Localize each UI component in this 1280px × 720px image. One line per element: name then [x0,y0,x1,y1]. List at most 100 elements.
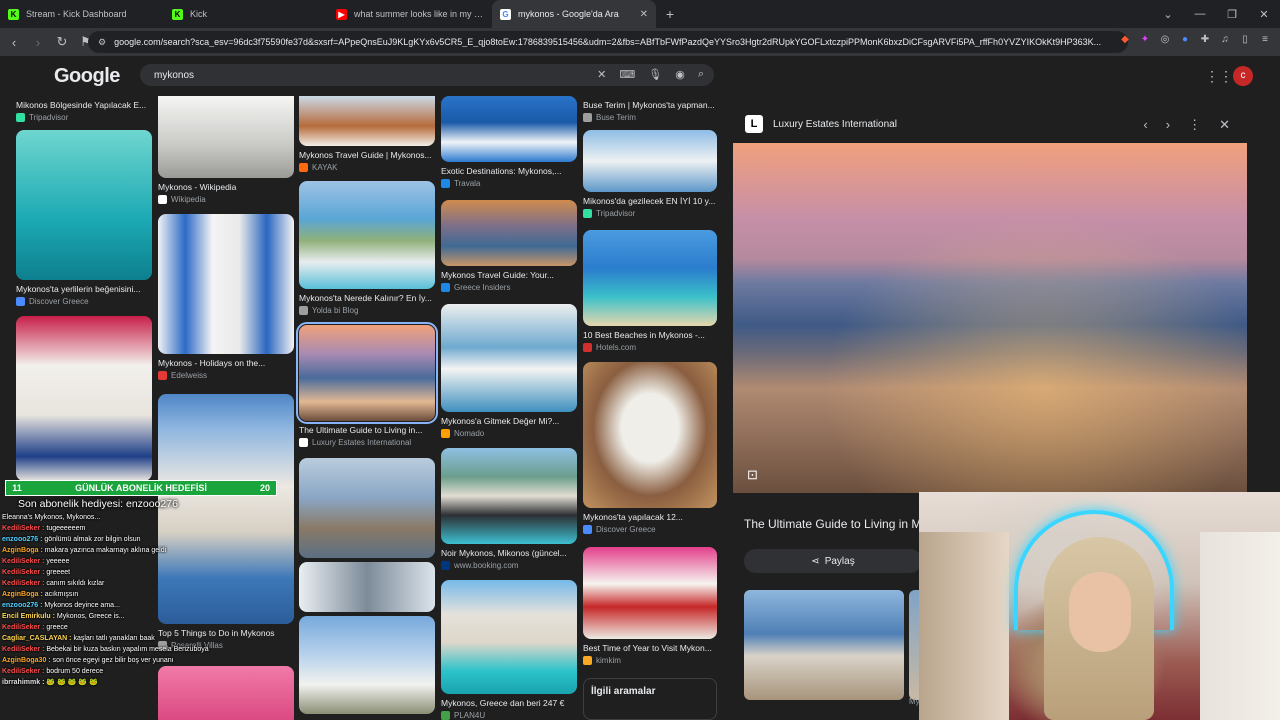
google-header: Google ✕ ⌨ 🎙 ◉ ⌕ ⋮⋮ c [0,56,1280,96]
site-info-icon[interactable]: ⚙ [98,37,106,48]
chat-text: makara yazınca makarnayı aklına geldi [44,547,167,554]
lens-search-icon[interactable]: ⊡ [747,467,758,483]
result-caption: The Ultimate Guide to Living in... [299,425,423,435]
chat-username: KediliSeker : [2,525,45,532]
tab-label: Kick [190,9,208,19]
chat-message: Cagliar_CASLAYAN : kaşları tatlı yanakla… [2,633,278,644]
back-icon[interactable]: ‹ [4,35,24,50]
close-icon[interactable]: ✕ [1219,117,1230,133]
chat-message: KediliSeker : tugeeeeeem [2,523,278,534]
result-image [158,214,294,354]
close-tab-icon[interactable]: ✕ [640,9,648,20]
image-result[interactable]: Mykonos Travel Guide: Your... Greece Ins… [441,200,577,292]
chat-text: Mykonos deyince ama... [44,602,120,609]
image-result-selected[interactable]: The Ultimate Guide to Living in... Luxur… [296,322,438,447]
search-tools: ✕ ⌨ 🎙 ◉ ⌕ [597,68,704,81]
result-caption: Mykonos'ta yapılacak 12... [583,512,683,522]
preview-title[interactable]: The Ultimate Guide to Living in M [744,517,924,531]
minimize-icon[interactable]: — [1184,8,1216,20]
previous-icon[interactable]: ‹ [1143,117,1147,133]
image-result[interactable]: Exotic Destinations: Mykonos,... Travala [441,96,577,188]
result-caption: Mykonos Travel Guide: Your... [441,270,554,280]
image-result[interactable]: Mykonos'a Gitmek Değer Mi?... Nomado [441,304,577,438]
chat-username: KediliSeker : [2,624,45,631]
window-controls: ⌄ — ❐ ✕ [1152,0,1280,28]
apps-grid-icon[interactable]: ⋮⋮ [1205,68,1233,85]
chat-username: KediliSeker : [2,668,45,675]
search-box[interactable]: ✕ ⌨ 🎙 ◉ ⌕ [140,64,714,86]
image-result[interactable] [16,316,152,481]
result-image [16,130,152,280]
image-result[interactable]: Noir Mykonos, Mikonos (güncel... www.boo… [441,448,577,570]
result-source: Yolda bi Blog [299,306,435,315]
menu-icon[interactable]: ≡ [1258,34,1272,48]
chat-message: KediliSeker : bodrum 50 derece [2,666,278,677]
image-result[interactable]: Mykonos Travel Guide | Mykonos... KAYAK [299,96,435,172]
result-source: Edelweiss [158,371,294,380]
result-caption: Mykonos - Wikipedia [158,182,237,192]
share-button[interactable]: ⋖ Paylaş [744,549,922,573]
lens-icon[interactable]: ◉ [675,68,685,81]
brave-shield-icon[interactable]: ◆ [1118,34,1132,48]
result-source: Hotels.com [583,343,717,352]
image-result[interactable]: Mykonos'ta yerlilerin beğenisini... Disc… [16,130,152,306]
image-result[interactable]: Mykonos - Holidays on the... Edelweiss [158,214,294,380]
preview-source[interactable]: L Luxury Estates International [745,115,897,133]
related-image[interactable] [744,590,904,700]
result-caption: Buse Terim | Mykonos'ta yapman... [583,100,715,110]
tab-google-search[interactable]: G mykonos - Google'da Ara ✕ [492,0,656,28]
image-result[interactable]: Mykonos'ta yapılacak 12... Discover Gree… [583,362,717,534]
chat-username: AzginBoga : [2,547,43,554]
next-icon[interactable]: › [1166,117,1170,133]
browser-tab-strip: K Stream - Kick Dashboard K Kick ▶ what … [0,0,1280,28]
tab-youtube[interactable]: ▶ what summer looks like in my 20s - Y [328,0,492,28]
image-result[interactable]: Buse Terim | Mykonos'ta yapman... Buse T… [583,96,717,122]
extension-icon[interactable]: ● [1178,34,1192,48]
chat-username: KediliSeker : [2,569,45,576]
more-options-icon[interactable]: ⋮ [1188,117,1201,133]
image-result[interactable]: Mykonos - Wikipedia Wikipedia [158,96,294,204]
result-image [299,96,435,146]
extension-icon[interactable]: ◎ [1158,34,1172,48]
tab-kick[interactable]: K Kick [164,0,328,28]
tab-label: what summer looks like in my 20s - Y [354,9,484,19]
new-tab-icon[interactable]: + [656,6,684,22]
extension-icon[interactable]: ✦ [1138,34,1152,48]
image-result[interactable]: Mikonos Bölgesinde Yapılacak E... Tripad… [16,96,152,122]
share-label: Paylaş [824,555,855,567]
preview-image[interactable] [733,143,1247,493]
reload-icon[interactable]: ↻ [52,34,72,50]
image-result[interactable] [299,562,435,612]
image-result[interactable] [299,616,435,714]
result-image [441,448,577,544]
result-source: Greece Insiders [441,283,577,292]
search-icon[interactable]: ⌕ [698,68,704,81]
chat-text: yeeeee [46,558,70,565]
image-result[interactable]: Mykonos'ta Nerede Kalınır? En İy... Yold… [299,181,435,315]
image-result[interactable]: Mikonos'da gezilecek EN İYİ 10 y... Trip… [583,130,717,218]
image-result[interactable]: Mykonos, Greece dan beri 247 € PLAN4U [441,580,577,720]
media-icon[interactable]: ♫ [1218,34,1232,48]
tab-label: mykonos - Google'da Ara [518,9,619,19]
search-input[interactable] [154,69,574,81]
last-subscriber: Son abonelik hediyesi: enzooo276 [18,498,178,510]
webcam-overlay [919,492,1280,720]
sidebar-icon[interactable]: ▯ [1238,34,1252,48]
image-result[interactable]: 10 Best Beaches in Mykonos -... Hotels.c… [583,230,717,352]
close-window-icon[interactable]: ✕ [1248,8,1280,21]
chat-text: Eleanna's Mykonos, Mykonos... [2,514,101,521]
tab-kick-dashboard[interactable]: K Stream - Kick Dashboard [0,0,164,28]
puzzle-icon[interactable]: ✚ [1198,34,1212,48]
address-bar[interactable]: ⚙ google.com/search?sca_esv=96dc3f75590f… [88,31,1128,53]
avatar[interactable]: c [1233,66,1253,86]
restore-icon[interactable]: ❐ [1216,8,1248,21]
clear-icon[interactable]: ✕ [597,68,606,81]
mic-icon[interactable]: 🎙 [648,68,662,81]
result-source: Buse Terim [583,113,717,122]
google-logo[interactable]: Google [54,65,120,88]
image-result[interactable] [299,458,435,558]
tab-search-icon[interactable]: ⌄ [1152,8,1184,21]
keyboard-icon[interactable]: ⌨ [619,68,635,81]
image-result[interactable]: Best Time of Year to Visit Mykon... kimk… [583,547,717,665]
forward-icon[interactable]: › [28,35,48,50]
